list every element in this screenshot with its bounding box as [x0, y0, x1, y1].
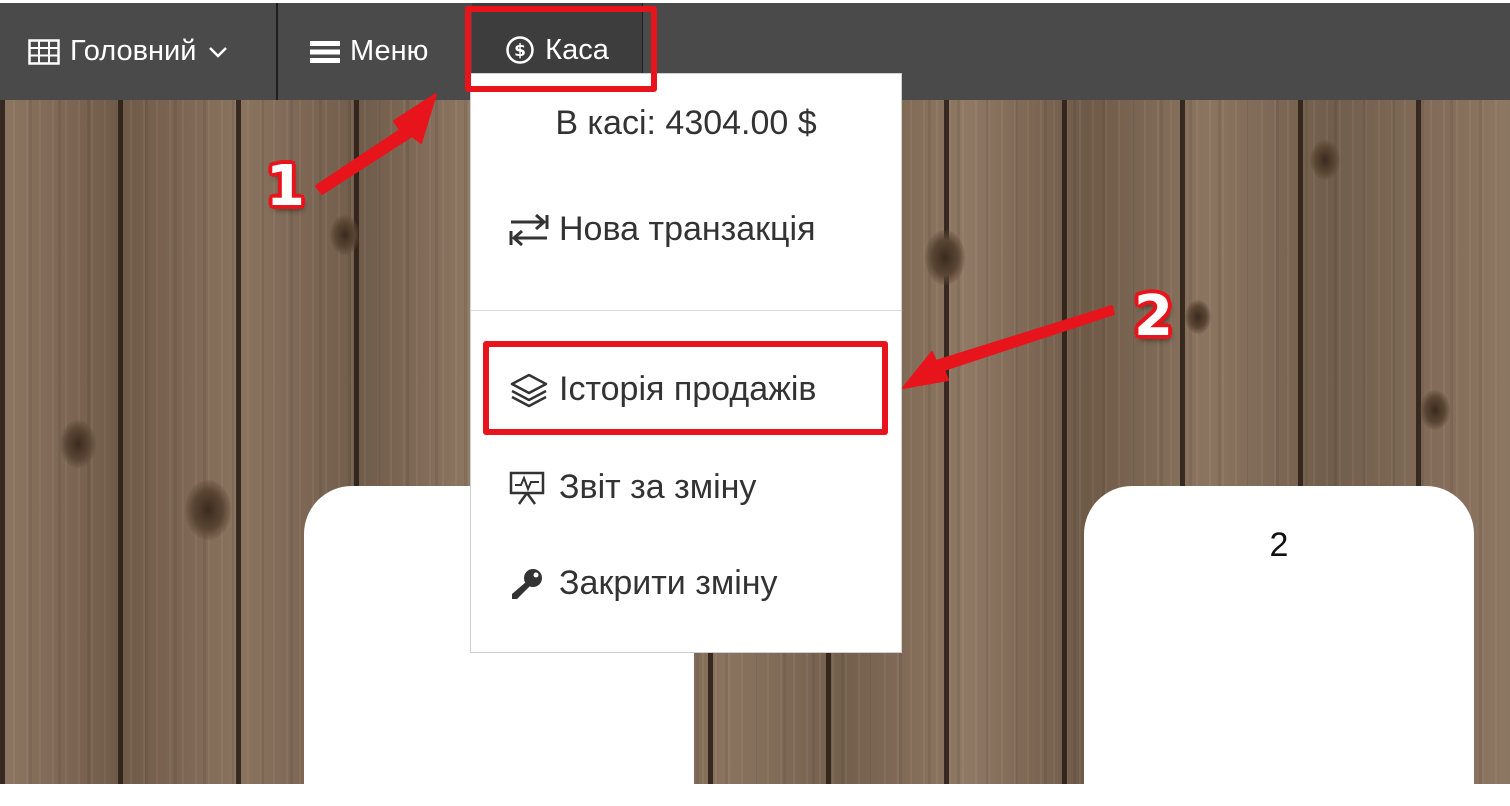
dropdown-divider: [471, 310, 901, 311]
cash-balance: В касі: 4304.00 $: [555, 104, 817, 142]
nav-menu-button[interactable]: Меню: [310, 3, 428, 100]
nav-menu-label: Меню: [350, 35, 429, 67]
chevron-down-icon: [208, 46, 228, 58]
new-transaction-label: Нова транзакція: [559, 210, 816, 248]
table-number: 2: [1269, 526, 1289, 564]
table-grid-icon: [28, 38, 60, 65]
shift-report-label: Звіт за зміну: [559, 468, 757, 506]
presentation-chart-icon: [509, 470, 551, 506]
key-icon: [509, 566, 551, 602]
table-card-2[interactable]: 2: [1084, 486, 1474, 806]
list-icon: [310, 40, 340, 64]
nav-main-label: Головний: [70, 35, 197, 67]
exchange-arrows-icon: [509, 212, 551, 248]
highlight-kasa: [465, 6, 657, 92]
nav-main-dropdown[interactable]: Головний: [28, 3, 228, 100]
new-transaction-item[interactable]: Нова транзакція: [509, 210, 815, 249]
close-shift-item[interactable]: Закрити зміну: [509, 564, 778, 603]
step-2-marker: 2: [1134, 284, 1173, 349]
shift-report-item[interactable]: Звіт за зміну: [509, 468, 756, 507]
close-shift-label: Закрити зміну: [559, 564, 778, 602]
highlight-sales-history: [483, 341, 888, 435]
nav-divider: [276, 3, 278, 100]
step-1-marker: 1: [266, 154, 305, 219]
